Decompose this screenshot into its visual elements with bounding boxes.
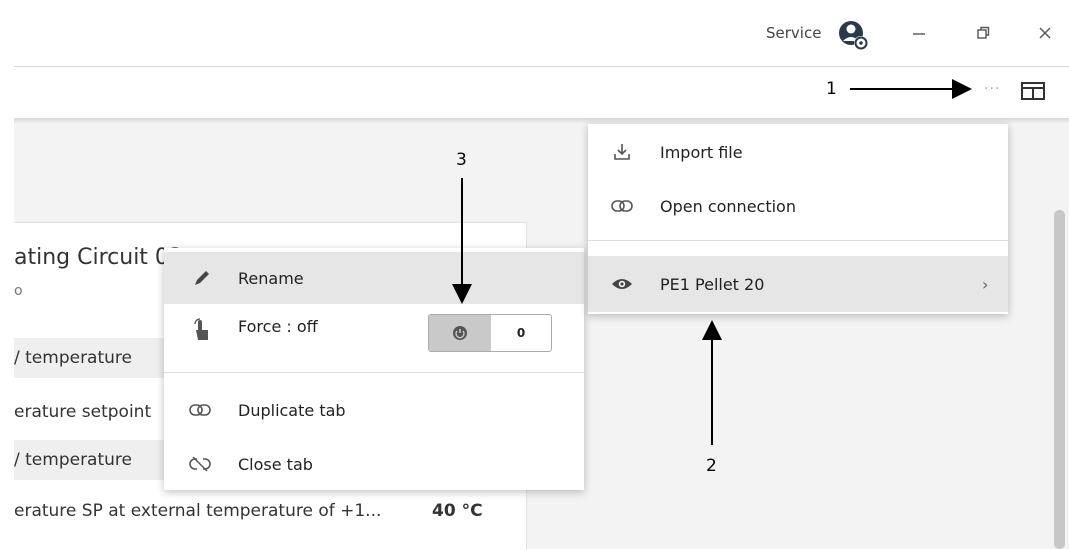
annotation-label-3: 3 xyxy=(456,150,467,170)
annotation-arrows xyxy=(452,79,972,445)
annotation-label-2: 2 xyxy=(706,456,717,476)
annotation-label-1: 1 xyxy=(826,79,837,99)
